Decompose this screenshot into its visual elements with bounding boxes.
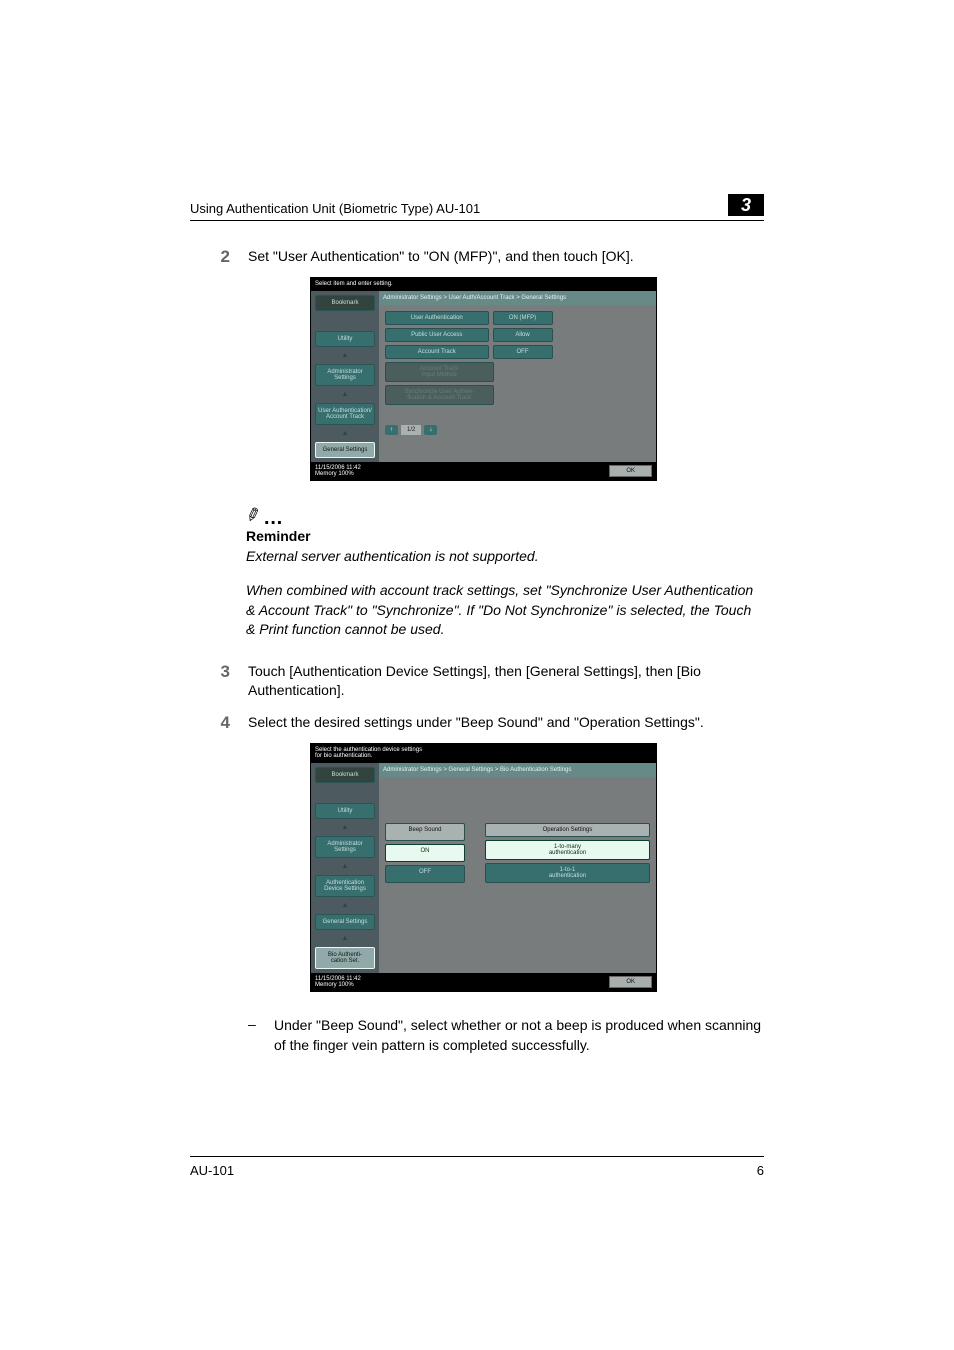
nav-arrow-icon: ▲ <box>315 392 375 397</box>
beep-sound-bullet-text: Under "Beep Sound", select whether or no… <box>274 1016 764 1055</box>
step-2-text: Set "User Authentication" to "ON (MFP)",… <box>248 247 764 267</box>
utility-button[interactable]: Utility <box>315 331 375 347</box>
operation-settings-label: Operation Settings <box>485 823 650 837</box>
step-3-text: Touch [Authentication Device Settings], … <box>248 662 764 701</box>
page-indicator: 1/2 <box>401 425 421 435</box>
header-divider <box>190 220 764 221</box>
beep-sound-on-button[interactable]: ON <box>385 844 465 862</box>
fig1-instruction: Select item and enter setting. <box>311 278 656 291</box>
general-settings-button[interactable]: General Settings <box>315 914 375 930</box>
synchronize-row: Synchronize User Authen- tication & Acco… <box>385 385 494 405</box>
status-memory: Memory 100% <box>315 471 361 477</box>
step-4-number: 4 <box>190 713 230 733</box>
reminder-paragraph-2: When combined with account track setting… <box>246 581 764 640</box>
auth-device-settings-button[interactable]: Authentication Device Settings <box>315 875 375 897</box>
nav-arrow-icon: ▲ <box>315 353 375 358</box>
chapter-number-box: 3 <box>728 194 764 216</box>
public-user-access-row[interactable]: Public User Access <box>385 328 489 342</box>
utility-button[interactable]: Utility <box>315 803 375 819</box>
nav-arrow-icon: ▲ <box>315 825 375 830</box>
general-settings-button[interactable]: General Settings <box>315 442 375 458</box>
public-user-access-value: Allow <box>493 328 553 342</box>
figure-bio-authentication: Select the authentication device setting… <box>310 743 657 992</box>
breadcrumb: Administrator Settings > User Auth/Accou… <box>379 291 656 305</box>
bookmark-button[interactable]: Bookmark <box>315 767 375 783</box>
ok-button[interactable]: OK <box>609 976 652 988</box>
ok-button[interactable]: OK <box>609 465 652 477</box>
user-auth-account-track-button[interactable]: User Authentication/ Account Track <box>315 403 375 425</box>
step-2-number: 2 <box>190 247 230 267</box>
one-to-many-button[interactable]: 1-to-many authentication <box>485 840 650 860</box>
reminder-heading: Reminder <box>246 528 764 544</box>
reminder-paragraph-1: External server authentication is not su… <box>246 547 764 567</box>
page-down-button[interactable]: ↓ <box>424 425 437 435</box>
admin-settings-button[interactable]: Administrator Settings <box>315 364 375 386</box>
breadcrumb: Administrator Settings > General Setting… <box>379 763 656 777</box>
nav-arrow-icon: ▲ <box>315 864 375 869</box>
ellipsis-icon: … <box>261 507 285 529</box>
page-number: 6 <box>757 1163 764 1178</box>
bookmark-button[interactable]: Bookmark <box>315 295 375 311</box>
page-header-title: Using Authentication Unit (Biometric Typ… <box>190 201 480 216</box>
nav-arrow-icon: ▲ <box>315 903 375 908</box>
status-memory: Memory 100% <box>315 982 361 988</box>
account-track-value: OFF <box>493 345 553 359</box>
nav-arrow-icon: ▲ <box>315 431 375 436</box>
bio-authentication-button[interactable]: Bio Authenti- cation Set. <box>315 947 375 969</box>
nav-arrow-icon: ▲ <box>315 936 375 941</box>
bullet-dash: – <box>248 1016 260 1055</box>
figure-general-settings: Select item and enter setting. Bookmark … <box>310 277 657 481</box>
fig2-instruction: Select the authentication device setting… <box>311 744 656 763</box>
footer-model: AU-101 <box>190 1163 234 1178</box>
beep-sound-off-button[interactable]: OFF <box>385 865 465 883</box>
account-track-input-method-row: Account Track Input Method <box>385 362 494 382</box>
user-authentication-value: ON (MFP) <box>493 311 553 325</box>
admin-settings-button[interactable]: Administrator Settings <box>315 836 375 858</box>
one-to-one-button[interactable]: 1-to-1 authentication <box>485 863 650 883</box>
page-up-button[interactable]: ↑ <box>385 425 398 435</box>
user-authentication-row[interactable]: User Authentication <box>385 311 489 325</box>
account-track-row[interactable]: Account Track <box>385 345 489 359</box>
step-3-number: 3 <box>190 662 230 701</box>
step-4-text: Select the desired settings under "Beep … <box>248 713 764 733</box>
beep-sound-label: Beep Sound <box>385 823 465 841</box>
